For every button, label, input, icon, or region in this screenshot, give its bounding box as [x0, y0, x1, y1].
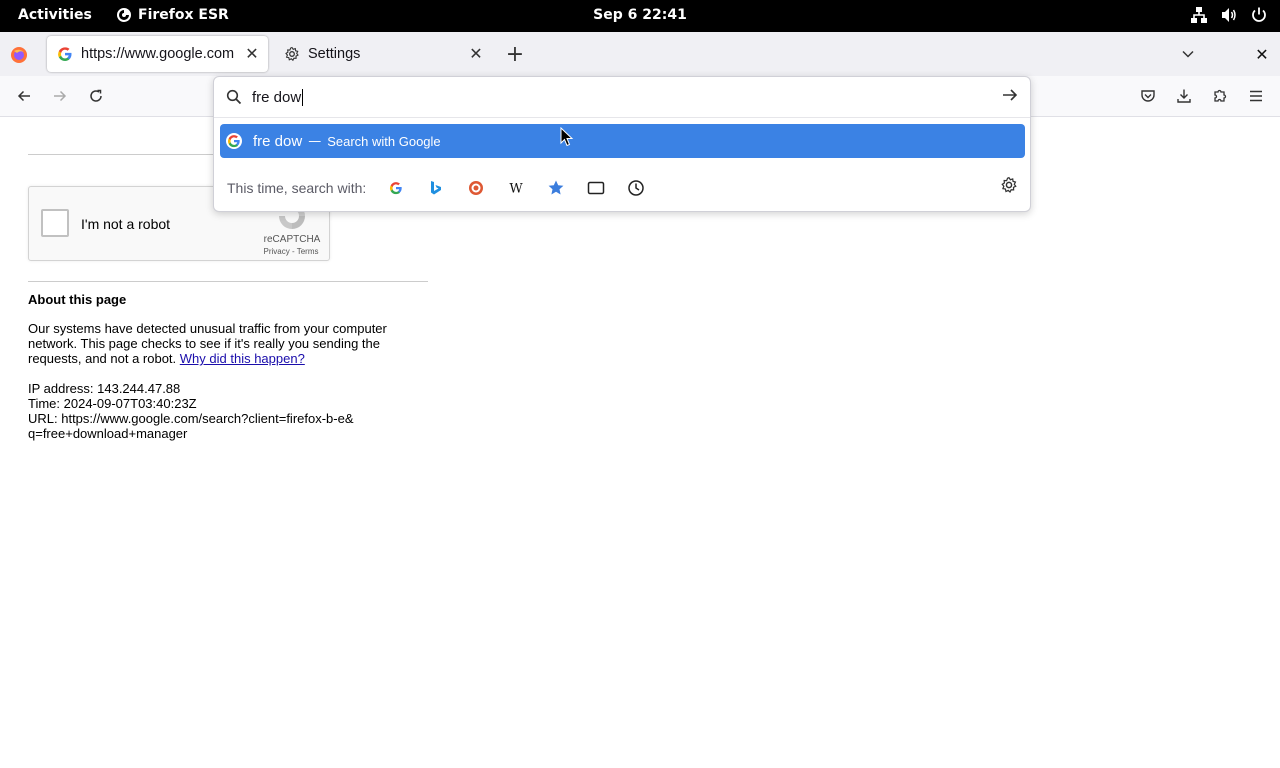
search-icon	[226, 89, 242, 105]
firefox-view-icon[interactable]	[10, 46, 28, 64]
clock-icon	[628, 180, 645, 196]
activities-button[interactable]: Activities	[18, 7, 92, 23]
power-icon	[1252, 7, 1266, 22]
recaptcha-checkbox[interactable]	[41, 209, 69, 237]
google-favicon-icon	[58, 47, 72, 61]
pocket-button[interactable]	[1136, 84, 1160, 108]
tab-title: Settings	[308, 46, 361, 62]
network-icon	[1191, 7, 1207, 23]
downloads-button[interactable]	[1172, 84, 1196, 108]
url-input[interactable]: fre dow	[214, 77, 1030, 117]
app-name-label: Firefox ESR	[138, 7, 229, 23]
one-off-search-bar: This time, search with: W	[214, 173, 1030, 203]
tab-strip: https://www.google.com ✕ Settings ✕ + ✕	[0, 32, 1280, 76]
recaptcha-label: I'm not a robot	[81, 216, 171, 232]
url-line-2: q=free+download+manager	[28, 426, 188, 441]
search-suggestion-row[interactable]: fre dow — Search with Google	[220, 124, 1025, 158]
explanation-text: Our systems have detected unusual traffi…	[28, 321, 408, 366]
why-did-this-happen-link[interactable]: Why did this happen?	[180, 351, 305, 366]
tabs-engine-button[interactable]	[584, 176, 608, 200]
app-menu[interactable]: Firefox ESR	[116, 7, 229, 23]
reload-button[interactable]	[84, 84, 108, 108]
tab-google[interactable]: https://www.google.com ✕	[47, 36, 268, 72]
window-close-button[interactable]: ✕	[1250, 42, 1274, 66]
wikipedia-icon: W	[510, 182, 524, 197]
page-content: I'm not a robot reCAPTCHA Privacy - Term…	[0, 117, 1280, 768]
recaptcha-brand: reCAPTCHA	[263, 234, 321, 245]
search-settings-gear-icon[interactable]	[1000, 176, 1018, 194]
ip-address: IP address: 143.244.47.88	[28, 381, 181, 396]
clock[interactable]: Sep 6 22:41	[593, 7, 687, 23]
chevron-down-icon	[1182, 50, 1194, 58]
system-tray[interactable]	[1190, 6, 1268, 24]
one-off-label: This time, search with:	[227, 180, 367, 196]
url-line-1: URL: https://www.google.com/search?clien…	[28, 411, 354, 426]
urlbar-popup: fre dow fre dow — Search with Google Thi…	[213, 76, 1031, 212]
puzzle-icon	[1214, 89, 1227, 102]
bing-engine-button[interactable]	[424, 176, 448, 200]
gnome-top-bar: Activities Firefox ESR Sep 6 22:41	[0, 0, 1280, 32]
wikipedia-engine-button[interactable]: W	[504, 176, 528, 200]
text-caret	[302, 88, 304, 106]
history-engine-button[interactable]	[624, 176, 648, 200]
tab-icon	[588, 181, 605, 195]
request-details: IP address: 143.244.47.88 Time: 2024-09-…	[28, 381, 428, 441]
mouse-cursor-icon	[560, 127, 574, 147]
svg-text:W: W	[510, 182, 524, 197]
duckduckgo-engine-button[interactable]	[464, 176, 488, 200]
time: Time: 2024-09-07T03:40:23Z	[28, 396, 197, 411]
suggestion-query: fre dow	[253, 132, 303, 150]
duckduckgo-icon	[469, 181, 484, 195]
list-all-tabs-button[interactable]	[1176, 42, 1200, 66]
forward-arrow-icon	[54, 90, 67, 102]
back-button[interactable]	[12, 84, 36, 108]
back-arrow-icon	[17, 90, 30, 102]
app-menu-button[interactable]	[1244, 84, 1268, 108]
extensions-button[interactable]	[1208, 84, 1232, 108]
google-engine-button[interactable]	[384, 176, 408, 200]
tab-title: https://www.google.com	[81, 46, 235, 62]
tab-settings[interactable]: Settings ✕	[274, 36, 492, 72]
about-heading: About this page	[28, 292, 127, 307]
new-tab-button[interactable]: +	[503, 42, 527, 67]
go-arrow-icon[interactable]	[1000, 85, 1020, 105]
bing-icon	[431, 181, 442, 195]
divider	[28, 281, 428, 282]
bookmarks-engine-button[interactable]	[544, 176, 568, 200]
url-input-value: fre dow	[252, 88, 302, 106]
gear-icon	[285, 46, 299, 62]
star-icon	[548, 180, 564, 195]
firefox-app-icon	[117, 8, 131, 22]
reload-icon	[90, 89, 102, 102]
recaptcha-terms-links[interactable]: Privacy - Terms	[259, 247, 323, 256]
volume-icon	[1222, 8, 1236, 22]
close-tab-icon[interactable]: ✕	[464, 42, 488, 66]
close-tab-icon[interactable]: ✕	[240, 42, 264, 66]
divider	[214, 117, 1030, 118]
suggestion-separator: —	[308, 133, 322, 149]
google-icon	[390, 182, 402, 195]
pocket-icon	[1141, 90, 1155, 102]
hamburger-menu-icon	[1250, 90, 1262, 102]
download-icon	[1177, 89, 1191, 103]
suggestion-action: Search with Google	[327, 133, 441, 149]
google-icon	[226, 133, 242, 149]
forward-button[interactable]	[48, 84, 72, 108]
